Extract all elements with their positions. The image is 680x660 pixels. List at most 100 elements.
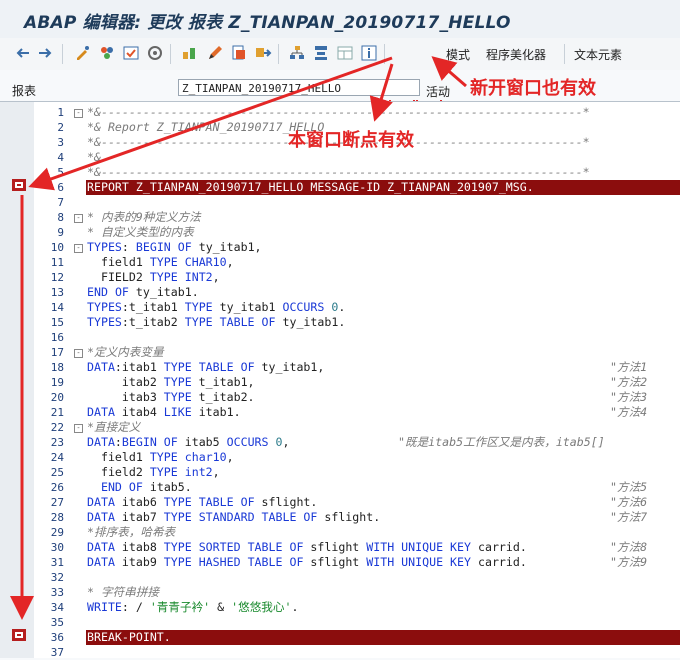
code-text[interactable]: END OF itab5.: [87, 480, 192, 495]
code-line[interactable]: 18 DATA:itab1 TYPE TABLE OF ty_itab1,: [0, 360, 680, 375]
code-line[interactable]: 13 END OF ty_itab1.: [0, 285, 680, 300]
code-text[interactable]: *&--------------------------------------…: [87, 105, 590, 120]
code-line[interactable]: 9 * 自定义类型的内表: [0, 225, 680, 240]
code-line[interactable]: 8 - * 内表的9种定义方法: [0, 210, 680, 225]
fold-toggle-icon[interactable]: -: [74, 244, 83, 253]
code-text[interactable]: DATA itab4 LIKE itab1.: [87, 405, 241, 420]
hierarchy-icon[interactable]: [288, 44, 306, 62]
code-text[interactable]: field2 TYPE int2,: [87, 465, 220, 480]
pretty-printer-button[interactable]: 程序美化器: [486, 46, 546, 63]
code-text[interactable]: BREAK-POINT.: [87, 630, 171, 645]
code-text[interactable]: *&: [87, 150, 101, 165]
code-line[interactable]: 14 TYPES:t_itab1 TYPE ty_itab1 OCCURS 0.: [0, 300, 680, 315]
code-line[interactable]: 30 DATA itab8 TYPE SORTED TABLE OF sfligh…: [0, 540, 680, 555]
back-icon[interactable]: [14, 44, 32, 62]
line-number: 22: [50, 421, 64, 434]
code-line[interactable]: 26 END OF itab5.: [0, 480, 680, 495]
code-text[interactable]: field1 TYPE CHAR10,: [87, 255, 234, 270]
line-number: 5: [57, 166, 64, 179]
fold-toggle-icon[interactable]: -: [74, 349, 83, 358]
code-line[interactable]: 24 field1 TYPE char10,: [0, 450, 680, 465]
code-text[interactable]: DATA:BEGIN OF itab5 OCCURS 0,: [87, 435, 289, 450]
code-text[interactable]: * 字符串拼接: [87, 585, 159, 600]
code-text[interactable]: * 内表的9种定义方法: [87, 210, 201, 225]
code-line[interactable]: 25 field2 TYPE int2,: [0, 465, 680, 480]
code-line[interactable]: 6 REPORT Z_TIANPAN_20190717_HELLO MESSAGE…: [0, 180, 680, 195]
code-text[interactable]: TYPES:t_itab2 TYPE TABLE OF ty_itab1.: [87, 315, 345, 330]
code-editor[interactable]: 1- *&------------------------------------…: [0, 101, 680, 660]
test-icon[interactable]: [180, 44, 198, 62]
mode-button[interactable]: 模式: [446, 46, 470, 63]
forward-icon[interactable]: [36, 44, 54, 62]
code-text[interactable]: *直接定义: [87, 420, 140, 435]
code-line[interactable]: 17 - *定义内表变量: [0, 345, 680, 360]
code-text[interactable]: WRITE: / '青青子衿' & '悠悠我心'.: [87, 600, 298, 615]
code-line[interactable]: 16: [0, 330, 680, 345]
code-line[interactable]: 20 itab3 TYPE t_itab2.: [0, 390, 680, 405]
code-line[interactable]: 37: [0, 645, 680, 660]
code-line[interactable]: 11 field1 TYPE CHAR10,: [0, 255, 680, 270]
code-text[interactable]: field1 TYPE char10,: [87, 450, 234, 465]
breakpoint-icon[interactable]: [12, 179, 26, 191]
code-text[interactable]: TYPES: BEGIN OF ty_itab1,: [87, 240, 262, 255]
code-line[interactable]: 1 - *&------------------------------------…: [0, 105, 680, 120]
code-text[interactable]: *排序表，哈希表: [87, 525, 175, 540]
report-name-field[interactable]: Z_TIANPAN_20190717_HELLO: [178, 79, 420, 96]
fold-toggle-icon[interactable]: -: [74, 424, 83, 433]
window-title: ABAP 编辑器: 更改 报表 Z_TIANPAN_20190717_HELLO: [24, 13, 511, 33]
code-line[interactable]: 32: [0, 570, 680, 585]
code-line[interactable]: 5 *&-------------------------------------…: [0, 165, 680, 180]
code-line[interactable]: 34 WRITE: / '青青子衿' & '悠悠我心'.: [0, 600, 680, 615]
code-line[interactable]: 4 *&: [0, 150, 680, 165]
code-text[interactable]: DATA itab9 TYPE HASHED TABLE OF sflight …: [87, 555, 527, 570]
code-line[interactable]: 15 TYPES:t_itab2 TYPE TABLE OF ty_itab1.: [0, 315, 680, 330]
code-text[interactable]: * 自定义类型的内表: [87, 225, 194, 240]
line-number: 11: [50, 256, 64, 269]
code-text[interactable]: *定义内表变量: [87, 345, 164, 360]
code-text[interactable]: *&--------------------------------------…: [87, 165, 590, 180]
toolbar-separator: [170, 44, 171, 64]
code-text[interactable]: itab2 TYPE t_itab1,: [87, 375, 255, 390]
code-text[interactable]: END OF ty_itab1.: [87, 285, 199, 300]
code-text[interactable]: DATA itab7 TYPE STANDARD TABLE OF sfligh…: [87, 510, 380, 525]
code-line[interactable]: 35: [0, 615, 680, 630]
toolbar-separator: [278, 44, 279, 64]
code-line[interactable]: 10 - TYPES: BEGIN OF ty_itab1,: [0, 240, 680, 255]
outline-icon[interactable]: [312, 44, 330, 62]
code-line[interactable]: 19 itab2 TYPE t_itab1,: [0, 375, 680, 390]
text-elements-button[interactable]: 文本元素: [574, 46, 622, 63]
code-line[interactable]: 27 DATA itab6 TYPE TABLE OF sflight.: [0, 495, 680, 510]
code-line[interactable]: 31 DATA itab9 TYPE HASHED TABLE OF sfligh…: [0, 555, 680, 570]
code-line[interactable]: 36 BREAK-POINT.: [0, 630, 680, 645]
code-text[interactable]: DATA itab8 TYPE SORTED TABLE OF sflight …: [87, 540, 527, 555]
code-text[interactable]: itab3 TYPE t_itab2.: [87, 390, 255, 405]
display-change-icon[interactable]: [74, 44, 92, 62]
code-line[interactable]: 7: [0, 195, 680, 210]
info-icon[interactable]: [360, 44, 378, 62]
code-text[interactable]: DATA itab6 TYPE TABLE OF sflight.: [87, 495, 317, 510]
fold-toggle-icon[interactable]: -: [74, 109, 83, 118]
code-text[interactable]: FIELD2 TYPE INT2,: [87, 270, 220, 285]
line-number: 1: [57, 106, 64, 119]
code-line[interactable]: 33 * 字符串拼接: [0, 585, 680, 600]
code-line[interactable]: 12 FIELD2 TYPE INT2,: [0, 270, 680, 285]
line-number: 36: [50, 631, 64, 644]
code-text[interactable]: DATA:itab1 TYPE TABLE OF ty_itab1,: [87, 360, 324, 375]
active-inactive-icon[interactable]: [98, 44, 116, 62]
code-line[interactable]: 28 DATA itab7 TYPE STANDARD TABLE OF sfli…: [0, 510, 680, 525]
inline-comment: "方法1: [610, 360, 648, 374]
where-used-icon[interactable]: [230, 44, 248, 62]
code-line[interactable]: 22 - *直接定义: [0, 420, 680, 435]
code-text[interactable]: TYPES:t_itab1 TYPE ty_itab1 OCCURS 0.: [87, 300, 345, 315]
check-icon[interactable]: [122, 44, 140, 62]
code-line[interactable]: 29 *排序表，哈希表: [0, 525, 680, 540]
activate-icon[interactable]: [146, 44, 164, 62]
navigate-icon[interactable]: [254, 44, 272, 62]
code-text[interactable]: REPORT Z_TIANPAN_20190717_HELLO MESSAGE-…: [87, 180, 534, 195]
layout-icon[interactable]: [336, 44, 354, 62]
line-number: 4: [57, 151, 64, 164]
fold-toggle-icon[interactable]: -: [74, 214, 83, 223]
breakpoint-icon[interactable]: [12, 629, 26, 641]
edit-pencil-icon[interactable]: [206, 44, 224, 62]
code-line[interactable]: 21 DATA itab4 LIKE itab1.: [0, 405, 680, 420]
